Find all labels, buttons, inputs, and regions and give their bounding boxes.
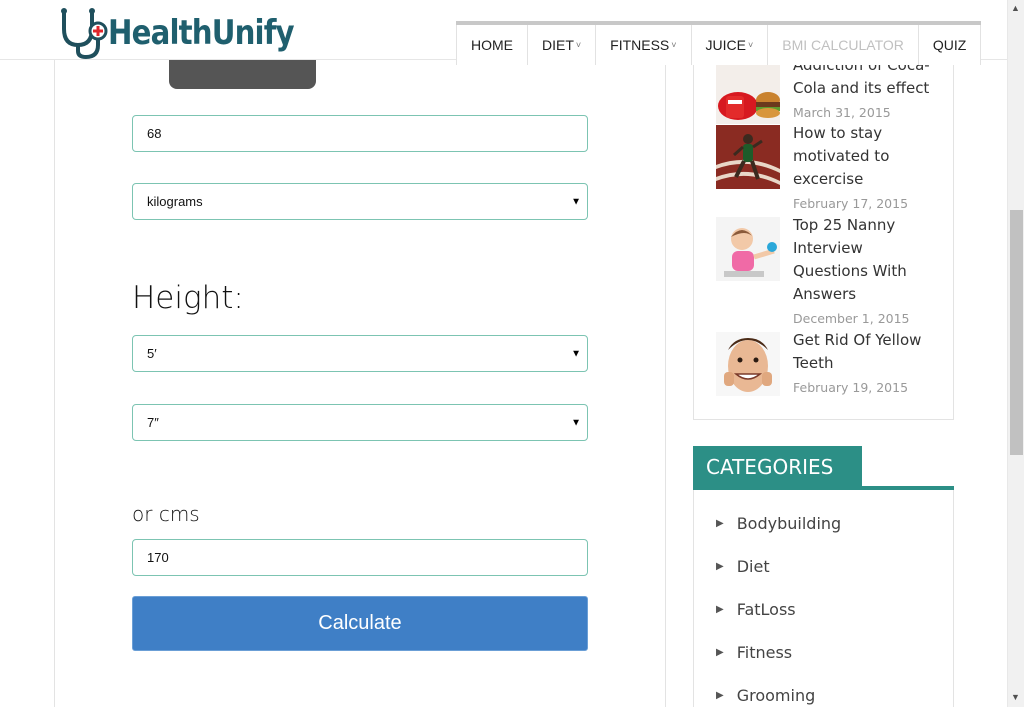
height-heading: Height:: [132, 280, 244, 316]
chevron-down-icon: ˅: [748, 40, 754, 50]
child-thumb-image[interactable]: [716, 217, 780, 281]
category-item-fatloss[interactable]: ▶ FatLoss: [716, 600, 796, 619]
nav-label: DIET: [542, 37, 574, 53]
categories-header: CATEGORIES: [693, 446, 954, 491]
calculate-button[interactable]: Calculate: [132, 596, 588, 651]
coca-cola-thumb-image[interactable]: [716, 60, 780, 124]
stethoscope-icon: [61, 7, 108, 59]
category-item-grooming[interactable]: ▶ Grooming: [716, 686, 815, 705]
nav-item-quiz[interactable]: QUIZ: [917, 25, 982, 65]
dropdown-arrow-icon: ▼: [571, 348, 581, 359]
post-date: December 1, 2015: [793, 311, 910, 326]
category-item-bodybuilding[interactable]: ▶ Bodybuilding: [716, 514, 841, 533]
cms-label: or cms: [132, 502, 200, 526]
post-title[interactable]: Get Rid Of Yellow Teeth: [793, 329, 938, 375]
nav-item-fitness[interactable]: FITNESS ˅: [595, 25, 690, 65]
height-feet-select[interactable]: 5′ ▼: [132, 335, 588, 372]
caret-right-icon: ▶: [716, 604, 724, 615]
post-item[interactable]: How to stay motivated to excercise Febru…: [716, 122, 946, 211]
categories-title: CATEGORIES: [693, 446, 862, 488]
nav-label: JUICE: [705, 37, 746, 53]
post-item[interactable]: Top 25 Nanny Interview Questions With An…: [716, 214, 946, 327]
caret-right-icon: ▶: [716, 690, 724, 701]
height-cms-value: 170: [147, 550, 169, 565]
main-nav: HOME DIET ˅ FITNESS ˅ JUICE ˅ BMI CALCUL…: [456, 21, 982, 65]
category-label: Bodybuilding: [736, 514, 842, 533]
logo-text: HealthUnify: [108, 12, 295, 53]
post-item[interactable]: Get Rid Of Yellow Teeth February 19, 201…: [716, 329, 946, 397]
category-item-fitness[interactable]: ▶ Fitness: [716, 643, 792, 662]
post-title[interactable]: How to stay motivated to excercise: [793, 122, 938, 191]
weight-input[interactable]: 68: [132, 115, 588, 152]
height-inches-select[interactable]: 7″ ▼: [132, 404, 588, 441]
runner-thumb-image[interactable]: [716, 125, 780, 189]
height-feet-value: 5′: [147, 346, 157, 361]
site-logo[interactable]: HealthUnify: [58, 5, 324, 60]
calculate-button-label: Calculate: [318, 612, 402, 634]
weight-input-value: 68: [147, 126, 162, 141]
chevron-down-icon: ˅: [575, 40, 582, 50]
nav-item-home[interactable]: HOME: [456, 25, 527, 65]
post-title[interactable]: Top 25 Nanny Interview Questions With An…: [793, 214, 938, 306]
site-header: HealthUnify HOME DIET ˅ FITNESS ˅ JUICE …: [0, 0, 1007, 65]
post-date: March 31, 2015: [793, 105, 891, 120]
nav-label: FITNESS: [610, 37, 670, 53]
weight-unit-value: kilograms: [147, 194, 203, 209]
dropdown-arrow-icon: ▼: [571, 417, 581, 428]
teeth-thumb-image[interactable]: [716, 332, 780, 396]
caret-right-icon: ▶: [716, 518, 724, 529]
height-inches-value: 7″: [147, 415, 159, 430]
scroll-up-arrow-icon[interactable]: ▲: [1011, 3, 1020, 13]
scroll-down-arrow-icon[interactable]: ▼: [1011, 692, 1020, 702]
category-label: FatLoss: [736, 600, 796, 619]
scrollbar-thumb[interactable]: [1010, 210, 1023, 455]
post-date: February 17, 2015: [793, 196, 909, 211]
nav-item-diet[interactable]: DIET ˅: [527, 25, 595, 65]
caret-right-icon: ▶: [716, 647, 724, 658]
category-label: Grooming: [736, 686, 816, 705]
nav-item-juice[interactable]: JUICE ˅: [690, 25, 768, 65]
caret-right-icon: ▶: [716, 561, 724, 572]
nav-label: BMI CALCULATOR: [782, 37, 904, 53]
category-item-diet[interactable]: ▶ Diet: [716, 557, 770, 576]
nav-item-bmi-calculator[interactable]: BMI CALCULATOR: [767, 25, 918, 65]
category-label: Diet: [736, 557, 770, 576]
category-label: Fitness: [736, 643, 793, 662]
height-cms-input[interactable]: 170: [132, 539, 588, 576]
page-scrollbar[interactable]: ▲ ▼: [1007, 0, 1024, 707]
nav-label: QUIZ: [932, 37, 967, 53]
chevron-down-icon: ˅: [671, 40, 677, 50]
dropdown-arrow-icon: ▼: [571, 196, 581, 207]
post-date: February 19, 2015: [793, 380, 909, 395]
nav-label: HOME: [471, 37, 513, 53]
weight-unit-select[interactable]: kilograms ▼: [132, 183, 588, 220]
